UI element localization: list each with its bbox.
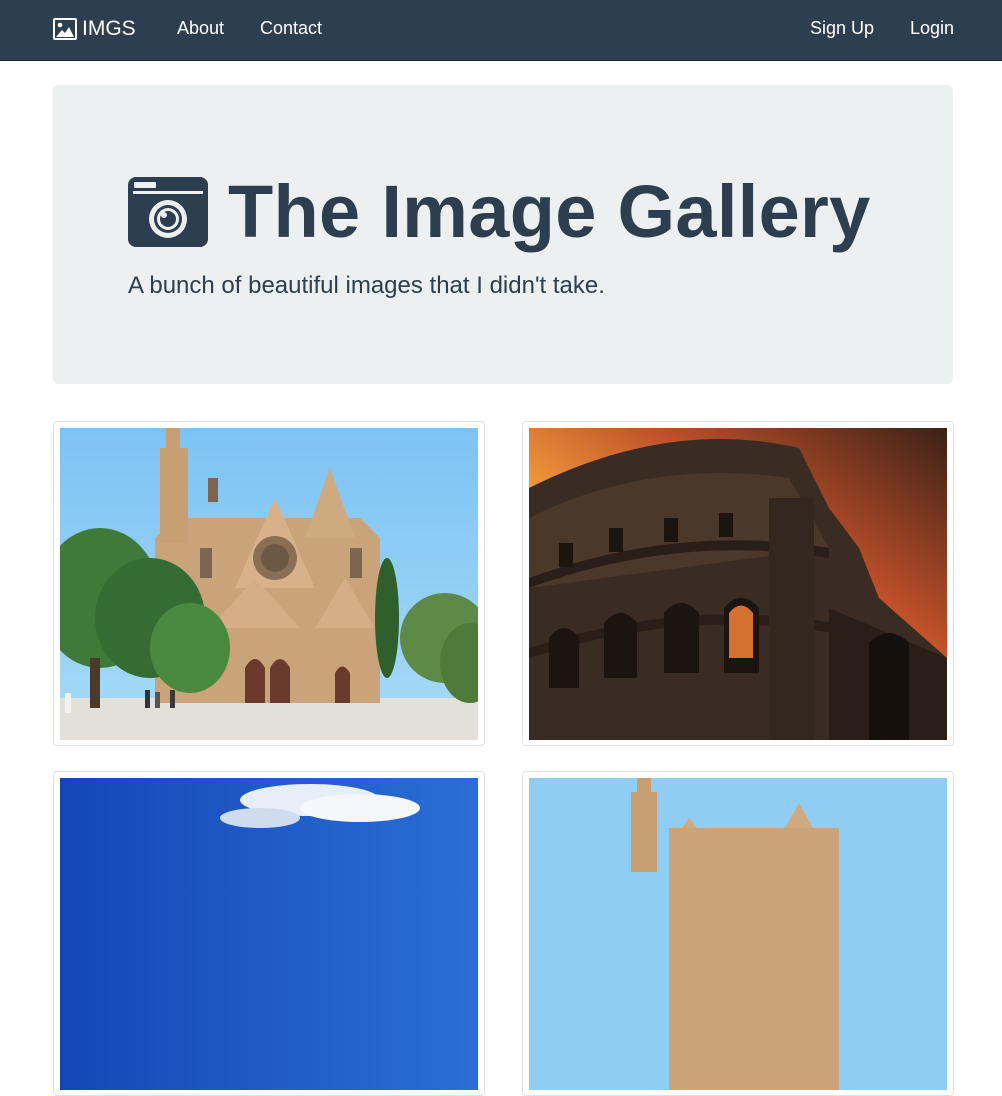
gallery-thumbnail[interactable] xyxy=(53,421,485,746)
image-icon xyxy=(53,18,77,40)
sky-clouds-photo xyxy=(60,778,478,1090)
brand-name: IMGS xyxy=(82,17,136,40)
navbar: IMGS About Contact Sign Up Login xyxy=(0,0,1002,61)
nav-about-link[interactable]: About xyxy=(177,18,224,38)
camera-icon xyxy=(128,177,208,247)
signup-link[interactable]: Sign Up xyxy=(810,18,874,38)
gallery-thumbnail[interactable] xyxy=(522,771,954,1096)
gallery-thumbnail[interactable] xyxy=(53,771,485,1096)
subtitle: A bunch of beautiful images that I didn'… xyxy=(128,272,605,299)
cathedral-photo xyxy=(529,778,947,1090)
colosseum-photo xyxy=(529,428,947,740)
gallery-thumbnail[interactable] xyxy=(522,421,954,746)
nav-contact-link[interactable]: Contact xyxy=(260,18,322,38)
login-link[interactable]: Login xyxy=(910,18,954,38)
title-text: The Image Gallery xyxy=(228,170,871,253)
jumbotron: The Image Gallery A bunch of beautiful i… xyxy=(53,85,953,384)
page-title: The Image Gallery xyxy=(128,167,871,257)
brand-link[interactable]: IMGS xyxy=(53,16,136,42)
cathedral-photo xyxy=(60,428,478,740)
